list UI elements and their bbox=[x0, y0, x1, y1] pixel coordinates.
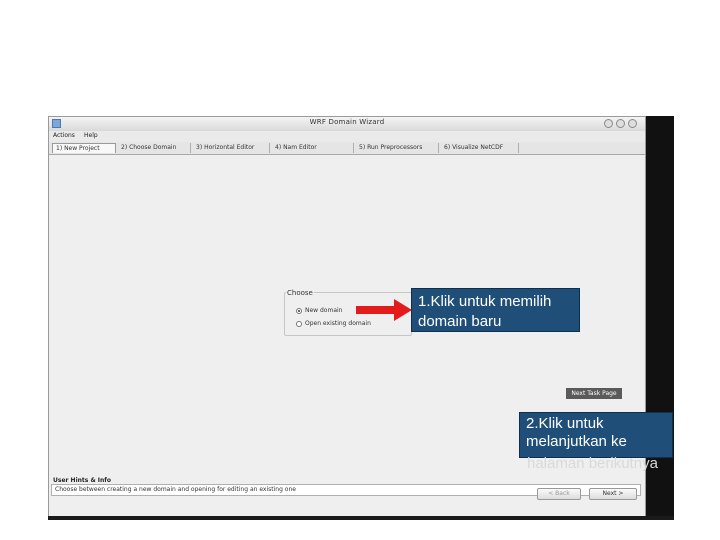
title-bar: WRF Domain Wizard bbox=[49, 117, 645, 132]
minimize-icon[interactable] bbox=[604, 119, 613, 128]
tab-bar: 1) New Project 2) Choose Domain 3) Horiz… bbox=[49, 142, 645, 155]
hints-title: User Hints & Info bbox=[53, 477, 111, 484]
right-arrow-icon bbox=[356, 299, 412, 321]
taskbar-strip bbox=[48, 516, 674, 520]
radio-open-existing-label: Open existing domain bbox=[305, 320, 371, 327]
menu-actions[interactable]: Actions bbox=[53, 132, 75, 139]
callout-2-line3: halaman berikutnya bbox=[527, 455, 658, 472]
radio-new-domain-label: New domain bbox=[305, 307, 343, 314]
close-icon[interactable] bbox=[628, 119, 637, 128]
callout-2-line2: melanjutkan ke bbox=[526, 433, 627, 450]
radio-new-domain[interactable]: New domain bbox=[296, 307, 342, 314]
callout-next-page: 2.Klik untuk melanjutkan ke bbox=[519, 412, 673, 458]
choose-label: Choose bbox=[286, 289, 314, 297]
menu-bar: Actions Help bbox=[49, 131, 645, 142]
tab-choose-domain[interactable]: 2) Choose Domain bbox=[118, 143, 191, 153]
radio-unchecked-icon[interactable] bbox=[296, 320, 302, 327]
tab-nam-editor[interactable]: 4) Nam Editor bbox=[272, 143, 354, 153]
back-button[interactable]: < Back bbox=[537, 488, 581, 500]
radio-open-existing[interactable]: Open existing domain bbox=[296, 320, 371, 327]
next-button[interactable]: Next > bbox=[589, 488, 637, 500]
maximize-icon[interactable] bbox=[616, 119, 625, 128]
tab-new-project[interactable]: 1) New Project bbox=[52, 143, 116, 153]
tab-visualize-netcdf[interactable]: 6) Visualize NetCDF bbox=[441, 143, 519, 153]
callout-2-line1: 2.Klik untuk bbox=[526, 415, 604, 432]
tab-run-preprocessors[interactable]: 5) Run Preprocessors bbox=[356, 143, 439, 153]
menu-help[interactable]: Help bbox=[84, 132, 98, 139]
tab-horizontal-editor[interactable]: 3) Horizontal Editor bbox=[193, 143, 270, 153]
radio-checked-icon[interactable] bbox=[296, 307, 302, 314]
window-title: WRF Domain Wizard bbox=[309, 118, 385, 126]
callout-select-domain: 1.Klik untuk memilih domain baru bbox=[411, 288, 580, 332]
status-chip: Next Task Page bbox=[566, 388, 622, 399]
